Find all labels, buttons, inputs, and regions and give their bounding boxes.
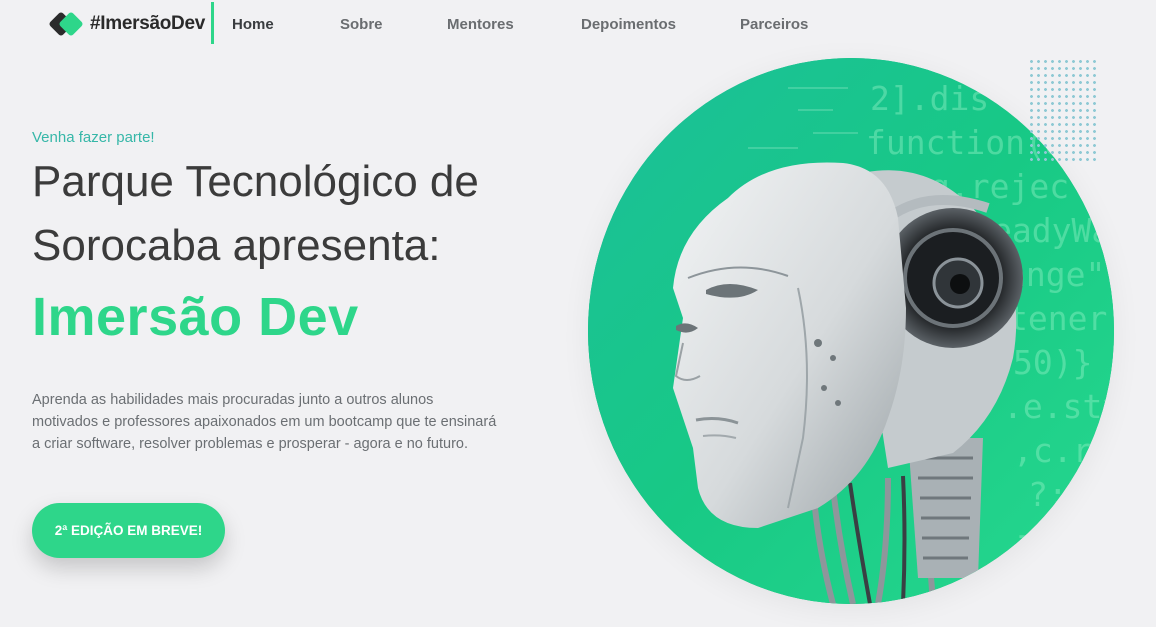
hero-eyebrow: Venha fazer parte! [32, 129, 155, 146]
top-navbar: #ImersãoDev Home Sobre Mentores Depoimen… [0, 0, 1156, 48]
code-line: ?:\ [1028, 475, 1088, 514]
decorative-dot-grid [1028, 58, 1100, 162]
nav-active-indicator [211, 2, 214, 44]
hero-headline-line1: Parque Tecnológico de [32, 157, 479, 206]
nav-link-mentores[interactable]: Mentores [447, 16, 514, 33]
logo-text: #ImersãoDev [90, 13, 205, 34]
landing-page: #ImersãoDev Home Sobre Mentores Depoimen… [0, 0, 1156, 627]
nav-link-home[interactable]: Home [232, 16, 274, 33]
code-line: => [1018, 519, 1058, 558]
code-line: 50)} [1013, 343, 1092, 382]
nav-link-parceiros[interactable]: Parceiros [740, 16, 808, 33]
code-line: ,c.rem [1013, 431, 1114, 470]
code-line: .e.sty [1003, 387, 1114, 426]
hero-description: Aprenda as habilidades mais procuradas j… [32, 392, 497, 452]
hero-headline: Parque Tecnológico de Sorocaba apresenta… [32, 150, 552, 278]
code-line: tener [1008, 299, 1107, 338]
nav-link-sobre[interactable]: Sobre [340, 16, 383, 33]
nav-link-depoimentos[interactable]: Depoimentos [581, 16, 676, 33]
hero-highlight-title: Imersão Dev [32, 287, 359, 347]
cta-button[interactable]: 2ª EDIÇÃO EM BREVE! [32, 503, 225, 558]
logo[interactable]: #ImersãoDev [48, 10, 205, 38]
hero-headline-line2: Sorocaba apresenta: [32, 221, 441, 270]
code-line: 2].dis [870, 79, 989, 118]
logo-diamond-icon [48, 10, 84, 38]
